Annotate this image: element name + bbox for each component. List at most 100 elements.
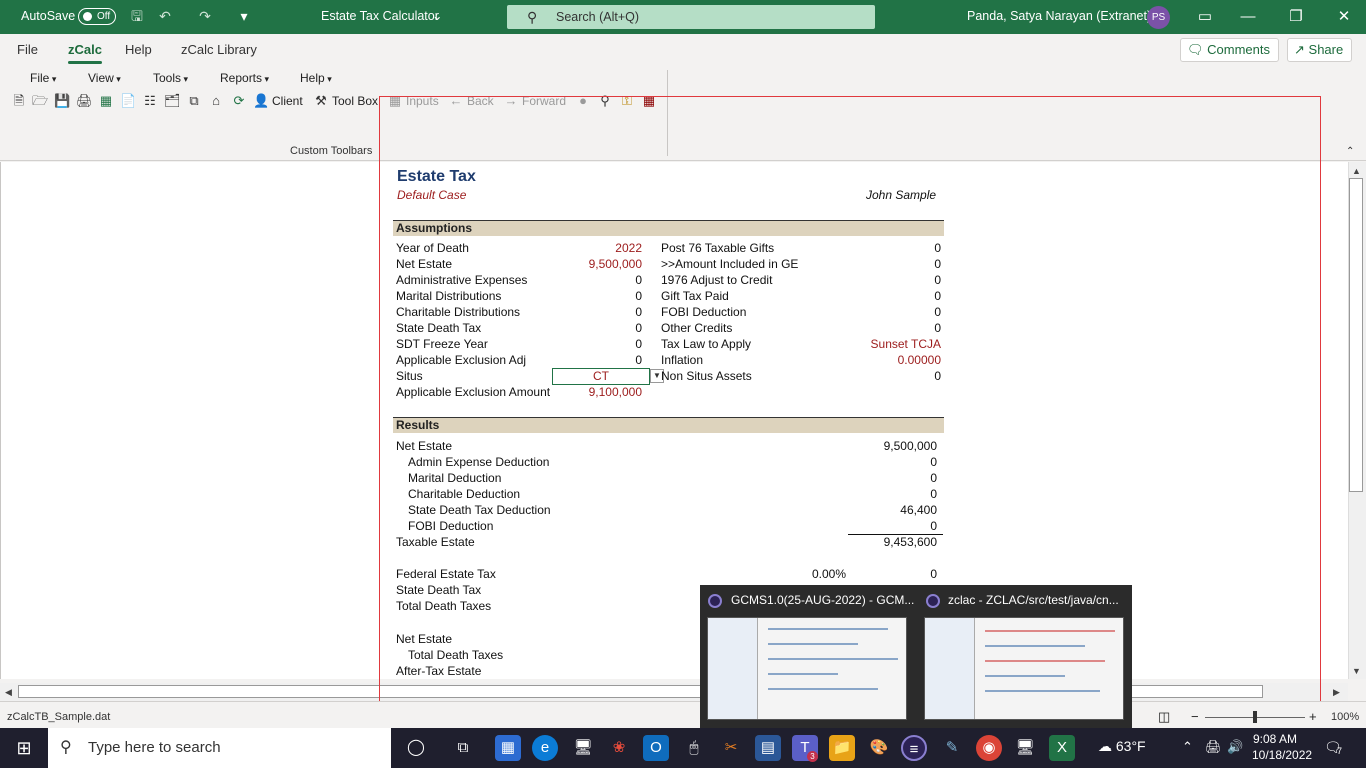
ribbon-display-icon[interactable]: ▭	[1195, 7, 1215, 27]
preview-thumbnail-2[interactable]	[924, 617, 1124, 720]
home-icon[interactable]: ⌂	[208, 93, 224, 109]
open-folder-icon[interactable]: 🗁	[32, 93, 48, 109]
search-box[interactable]: ⚲ Search (Alt+Q)	[507, 5, 875, 29]
weather[interactable]: ☁ 63°F	[1098, 738, 1146, 755]
clock[interactable]: 9:08 AM 10/18/2022	[1252, 731, 1312, 763]
assumption-value[interactable]: Sunset TCJA	[840, 337, 941, 351]
eclipse-taskbar-icon[interactable]: ≡	[901, 735, 927, 761]
app-window-icon[interactable]: ▤	[755, 735, 781, 761]
preview-thumbnail-1[interactable]	[707, 617, 907, 720]
copy-icon[interactable]: ⧉	[186, 93, 202, 109]
remote-desktop-icon[interactable]: 🖥	[1012, 735, 1038, 761]
assumption-value[interactable]: 0	[552, 305, 642, 319]
save-icon[interactable]: 🖫	[129, 8, 145, 24]
assumption-value[interactable]: 0	[552, 321, 642, 335]
taskbar-search[interactable]: ⚲ Type here to search	[48, 728, 391, 768]
tab-zcalc[interactable]: zCalc	[68, 42, 102, 64]
cortana-icon[interactable]: ◯	[403, 735, 429, 761]
undo-icon[interactable]: ↶	[157, 8, 173, 24]
assumption-value[interactable]: 0	[840, 273, 941, 287]
assumption-value[interactable]: 0	[840, 257, 941, 271]
excel-export-icon[interactable]: ▦	[98, 93, 114, 109]
ribbon-menu-help[interactable]: Help	[300, 71, 332, 85]
assumption-value[interactable]: 0	[840, 241, 941, 255]
outlook-icon[interactable]: O	[643, 735, 669, 761]
print-icon[interactable]: 🖨	[76, 93, 93, 109]
tab-file[interactable]: File	[17, 42, 38, 57]
scroll-left-icon[interactable]: ◀	[5, 687, 12, 698]
volume-icon[interactable]: 🔊	[1227, 739, 1243, 755]
title-dropdown-icon[interactable]: ⌄	[432, 8, 442, 23]
vertical-scroll-thumb[interactable]	[1349, 178, 1363, 492]
task-view-icon[interactable]: ⧉	[450, 735, 476, 761]
store-icon[interactable]: ▦	[495, 735, 521, 761]
collapse-ribbon-icon[interactable]: ⌃	[1346, 146, 1354, 157]
document-report-icon[interactable]: 📄	[120, 93, 136, 109]
network-tray-icon[interactable]: 🖨	[1205, 739, 1222, 755]
toolbox-icon[interactable]: ⚒	[313, 93, 329, 109]
zoom-in-icon[interactable]: +	[1309, 709, 1317, 724]
windows-start-icon[interactable]: ⊞	[0, 728, 48, 768]
excel-icon[interactable]: X	[1049, 735, 1075, 761]
network-icon[interactable]: 🖱	[681, 735, 707, 761]
page-layout-icon[interactable]: ◫	[1158, 709, 1170, 725]
chrome-icon[interactable]: ◉	[976, 735, 1002, 761]
tab-zcalc-library[interactable]: zCalc Library	[181, 42, 257, 57]
save-disk-icon[interactable]: 💾	[54, 93, 70, 109]
ribbon-menu-view[interactable]: View	[88, 71, 121, 85]
close-icon[interactable]: ✕	[1334, 7, 1354, 27]
ribbon-menu-tools[interactable]: Tools	[153, 71, 188, 85]
ribbon-menu-reports[interactable]: Reports	[220, 71, 269, 85]
avatar[interactable]: PS	[1147, 6, 1170, 29]
zoom-out-icon[interactable]: −	[1191, 709, 1199, 724]
share-button[interactable]: ↗ Share	[1287, 38, 1353, 62]
paint-palette-icon[interactable]: 🎨	[866, 735, 892, 761]
computer-icon[interactable]: 🖥	[570, 735, 596, 761]
scroll-up-icon[interactable]: ▲	[1352, 166, 1361, 176]
toolbox-label[interactable]: Tool Box	[332, 94, 378, 108]
magnifier-icon[interactable]: ⚲	[597, 93, 613, 109]
assumption-value[interactable]: 2022	[552, 241, 642, 255]
folder-arrow-icon[interactable]: 🗂	[164, 93, 181, 109]
situs-input[interactable]: CT	[552, 368, 650, 385]
notepad-icon[interactable]: ✎	[939, 735, 965, 761]
assumption-value[interactable]: 0	[552, 353, 642, 367]
assumption-value[interactable]: 0	[840, 305, 941, 319]
scroll-right-icon[interactable]: ▶	[1333, 687, 1340, 698]
assumption-value[interactable]: 0	[840, 321, 941, 335]
client-label[interactable]: Client	[272, 94, 303, 108]
tab-help[interactable]: Help	[125, 42, 152, 57]
comments-button[interactable]: 🗨 Comments	[1180, 38, 1279, 62]
scroll-down-icon[interactable]: ▼	[1352, 666, 1361, 676]
file-explorer-icon[interactable]: 📁	[829, 735, 855, 761]
assumption-value[interactable]: 9,100,000	[552, 385, 642, 399]
edge-icon[interactable]: e	[532, 735, 558, 761]
autosave-toggle[interactable]: Off	[78, 8, 116, 25]
client-icon[interactable]: 👤	[253, 93, 269, 109]
customize-qat-icon[interactable]: ▾	[236, 8, 252, 24]
ribbon-menu-file[interactable]: File	[30, 71, 56, 85]
assumption-value[interactable]: 0	[840, 289, 941, 303]
refresh-doc-icon[interactable]: ⟳	[231, 93, 247, 109]
zoom-slider-thumb[interactable]	[1253, 711, 1257, 723]
case-name[interactable]: Default Case	[397, 188, 466, 202]
assumption-value[interactable]: 0	[840, 369, 941, 383]
snip-tool-icon[interactable]: ✂	[718, 735, 744, 761]
preview-title-1[interactable]: GCMS1.0(25-AUG-2022) - GCM...	[731, 593, 914, 607]
key-icon[interactable]: ⚿	[619, 93, 635, 109]
tree-icon[interactable]: ☷	[142, 93, 158, 109]
show-hidden-icons[interactable]: ⌃	[1182, 739, 1193, 755]
assumption-value[interactable]: 0.00000	[840, 353, 941, 367]
assumption-value[interactable]: 0	[552, 337, 642, 351]
assumption-value[interactable]: 0	[552, 273, 642, 287]
restore-icon[interactable]: ❐	[1286, 7, 1306, 27]
redo-icon[interactable]: ↷	[197, 8, 213, 24]
calculator-icon[interactable]: ▦	[641, 93, 657, 109]
assumption-value[interactable]: 0	[552, 289, 642, 303]
preview-title-2[interactable]: zclac - ZCLAC/src/test/java/cn...	[948, 593, 1119, 607]
zoom-level[interactable]: 100%	[1331, 711, 1359, 723]
minimize-icon[interactable]: —	[1238, 7, 1258, 27]
paint-icon[interactable]: ❀	[606, 735, 632, 761]
new-file-icon[interactable]: 🗎	[11, 93, 27, 109]
assumption-value[interactable]: 9,500,000	[552, 257, 642, 271]
